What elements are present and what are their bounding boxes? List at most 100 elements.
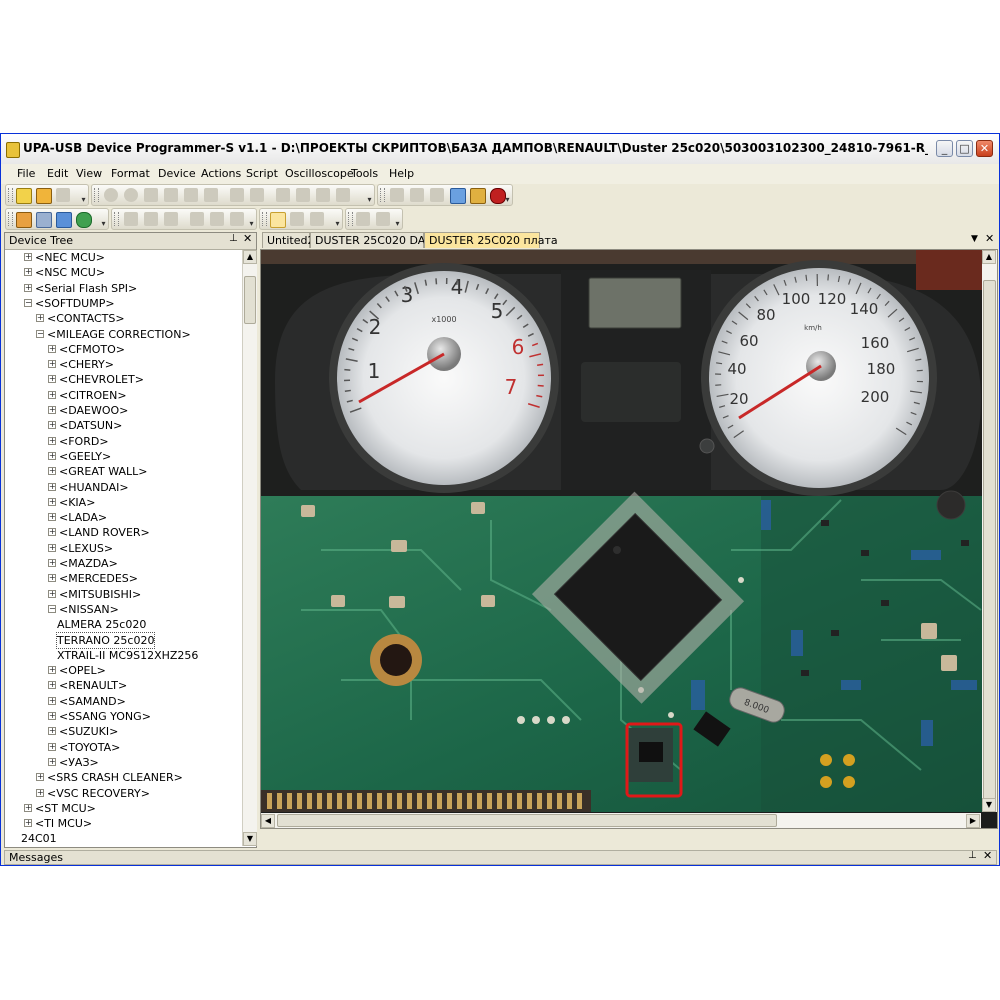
- zoom-fit-icon[interactable]: [56, 212, 72, 228]
- tree-item[interactable]: ALMERA 25c020: [5, 617, 241, 632]
- device-tree-scrollbar[interactable]: ▲ ▼: [242, 250, 257, 846]
- wand-icon[interactable]: [16, 212, 32, 228]
- find-next-icon[interactable]: [250, 188, 264, 202]
- toolbar-more-icon[interactable]: ▾: [248, 219, 255, 228]
- view-list-icon[interactable]: [230, 212, 244, 226]
- menu-format[interactable]: Format: [111, 167, 150, 180]
- menu-script[interactable]: Script: [246, 167, 278, 180]
- image-viewer[interactable]: 1 2 3 4 5 6 7 x1000 20 40 60 80 100 120 140 160 180 200 km…: [260, 249, 998, 829]
- vertical-scroll-thumb[interactable]: [983, 280, 996, 800]
- replace-icon[interactable]: [296, 188, 310, 202]
- expand-icon[interactable]: +: [48, 375, 56, 384]
- toolbar-grip[interactable]: [94, 188, 99, 202]
- expand-icon[interactable]: +: [48, 589, 56, 598]
- goto-icon[interactable]: [276, 188, 290, 202]
- expand-icon[interactable]: +: [48, 681, 56, 690]
- expand-icon[interactable]: +: [48, 467, 56, 476]
- toolbar-grip[interactable]: [8, 188, 13, 202]
- redo-icon[interactable]: [124, 188, 138, 202]
- tab-duster-dash[interactable]: DUSTER 25C020 DASH: [310, 232, 441, 248]
- menu-help[interactable]: Help: [389, 167, 414, 180]
- view-hex-icon[interactable]: [124, 212, 138, 226]
- maximize-button[interactable]: □: [956, 140, 973, 157]
- tree-item[interactable]: + <NEC MCU>: [5, 250, 241, 265]
- tree-item[interactable]: + <MAZDA>: [5, 556, 241, 571]
- tree-item[interactable]: + <CONTACTS>: [5, 311, 241, 326]
- tree-item[interactable]: + <Serial Flash SPI>: [5, 281, 241, 296]
- menu-oscilloscope[interactable]: Oscilloscope: [285, 167, 354, 180]
- title-bar[interactable]: UPA-USB Device Programmer-S v1.1 - D:\ПР…: [1, 134, 999, 165]
- view-image-icon[interactable]: [164, 212, 178, 226]
- expand-icon[interactable]: +: [36, 314, 44, 323]
- menu-actions[interactable]: Actions: [201, 167, 241, 180]
- viewer-scroll-up-arrow-icon[interactable]: ▲: [982, 250, 996, 264]
- expand-icon[interactable]: +: [24, 283, 32, 292]
- menu-file[interactable]: File: [17, 167, 35, 180]
- tree-item[interactable]: + <HUANDAI>: [5, 480, 241, 495]
- tab-list-dropdown-icon[interactable]: ▼: [971, 234, 978, 244]
- tree-item[interactable]: + <LEXUS>: [5, 541, 241, 556]
- expand-icon[interactable]: +: [48, 360, 56, 369]
- minimize-button[interactable]: _: [936, 140, 953, 157]
- scroll-down-arrow-icon[interactable]: ▼: [243, 832, 257, 846]
- messages-pin-icon[interactable]: ⊥: [968, 850, 977, 861]
- tree-item[interactable]: + <CHEVROLET>: [5, 372, 241, 387]
- expand-icon[interactable]: +: [48, 666, 56, 675]
- tree-item[interactable]: + <SUZUKI>: [5, 724, 241, 739]
- expand-icon[interactable]: +: [48, 390, 56, 399]
- tree-item[interactable]: − <NISSAN>: [5, 602, 241, 617]
- compare-icon[interactable]: [316, 188, 330, 202]
- toolbar-more-icon[interactable]: ▾: [80, 195, 87, 204]
- messages-panel-header[interactable]: Messages ⊥ ✕: [4, 849, 997, 865]
- toolbar-more-icon[interactable]: ▾: [366, 195, 373, 204]
- delete-icon[interactable]: [204, 188, 218, 202]
- toolbar-more-icon[interactable]: ▾: [334, 219, 341, 228]
- cut-icon[interactable]: [144, 188, 158, 202]
- tree-item[interactable]: + <FORD>: [5, 434, 241, 449]
- pin-icon[interactable]: ⊥: [229, 233, 238, 244]
- menu-device[interactable]: Device: [158, 167, 196, 180]
- expand-icon[interactable]: +: [24, 253, 32, 261]
- viewer-horizontal-scrollbar[interactable]: ◀ ▶: [261, 813, 981, 828]
- toolbar-more-icon[interactable]: ▾: [100, 219, 107, 228]
- undo-icon[interactable]: [104, 188, 118, 202]
- scroll-left-arrow-icon[interactable]: ◀: [261, 814, 275, 828]
- tree-item[interactable]: + <LAND ROVER>: [5, 525, 241, 540]
- expand-icon[interactable]: +: [48, 421, 56, 430]
- tree-item[interactable]: + <SAMAND>: [5, 694, 241, 709]
- horizontal-scroll-thumb[interactable]: [277, 814, 777, 827]
- scroll-right-arrow-icon[interactable]: ▶: [966, 814, 980, 828]
- expand-icon[interactable]: +: [48, 727, 56, 736]
- tree-item[interactable]: + <ST MCU>: [5, 801, 241, 816]
- view-grid-icon[interactable]: [210, 212, 224, 226]
- expand-icon[interactable]: +: [48, 482, 56, 491]
- find-icon[interactable]: [230, 188, 244, 202]
- expand-icon[interactable]: +: [48, 513, 56, 522]
- tree-item[interactable]: + <CITROEN>: [5, 388, 241, 403]
- select-all-icon[interactable]: [310, 212, 324, 226]
- menu-tools[interactable]: Tools: [351, 167, 378, 180]
- scroll-up-arrow-icon[interactable]: ▲: [243, 250, 257, 264]
- tree-item[interactable]: + <GEELY>: [5, 449, 241, 464]
- device-tree-close-icon[interactable]: ✕: [243, 232, 252, 245]
- menu-edit[interactable]: Edit: [47, 167, 68, 180]
- collapse-icon[interactable]: −: [36, 329, 44, 338]
- expand-icon[interactable]: +: [48, 406, 56, 414]
- expand-icon[interactable]: +: [48, 742, 56, 751]
- tab-duster-plata[interactable]: DUSTER 25C020 плата: [424, 232, 558, 248]
- select-rect-icon[interactable]: [290, 212, 304, 226]
- tree-item[interactable]: + <MITSUBISHI>: [5, 587, 241, 602]
- expand-icon[interactable]: +: [48, 528, 56, 537]
- tree-item[interactable]: − <SOFTDUMP>: [5, 296, 241, 311]
- menu-view[interactable]: View: [76, 167, 102, 180]
- toolbar-grip[interactable]: [114, 212, 119, 226]
- copy-icon[interactable]: [164, 188, 178, 202]
- device-settings-icon[interactable]: [450, 188, 466, 204]
- tree-item[interactable]: + <УАЗ>: [5, 755, 241, 770]
- expand-icon[interactable]: +: [24, 803, 32, 812]
- viewer-scroll-down-arrow-icon[interactable]: ▼: [982, 798, 996, 812]
- scroll-thumb[interactable]: [244, 276, 256, 324]
- device-info-icon[interactable]: [470, 188, 486, 204]
- expand-icon[interactable]: +: [48, 712, 56, 720]
- tree-item[interactable]: + <LADA>: [5, 510, 241, 525]
